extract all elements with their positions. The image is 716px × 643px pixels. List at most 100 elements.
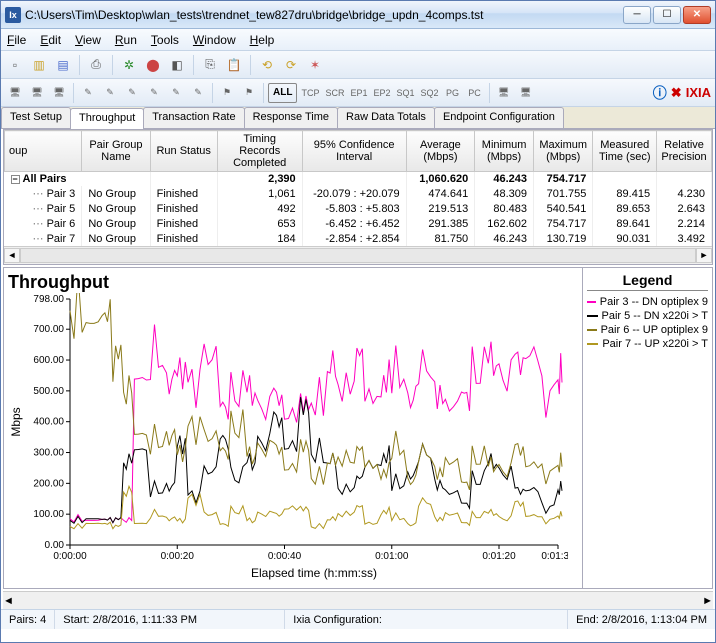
clear-icon[interactable]: ✶ (305, 55, 325, 75)
status-ixia-config: Ixia Configuration: (285, 610, 568, 629)
stop-icon[interactable]: ⬤ (143, 55, 163, 75)
chart-hscroll[interactable]: ◄ ► (3, 591, 713, 609)
legend-item[interactable]: Pair 5 -- DN x220i > T (587, 309, 708, 323)
svg-text:100.00: 100.00 (33, 509, 64, 520)
throughput-chart: 0.00100.00200.00300.00400.00500.00600.00… (8, 293, 568, 583)
status-pairs: Pairs: 4 (1, 610, 55, 629)
col-group[interactable]: oup (5, 131, 82, 172)
run-icon[interactable]: ✲ (119, 55, 139, 75)
col-pair-group-name[interactable]: Pair GroupName (82, 131, 150, 172)
separator (212, 83, 213, 103)
next-icon[interactable]: ⟳ (281, 55, 301, 75)
flag1-icon[interactable]: ⚑ (217, 83, 237, 103)
status-end: End: 2/8/2016, 1:13:04 PM (568, 610, 715, 629)
minimize-button[interactable]: ─ (623, 6, 651, 24)
col-timing-records[interactable]: Timing RecordsCompleted (217, 131, 302, 172)
tab-transaction-rate[interactable]: Transaction Rate (143, 107, 244, 128)
col-average[interactable]: Average(Mbps) (406, 131, 475, 172)
filter-sq1[interactable]: SQ1 (395, 83, 417, 103)
prev-icon[interactable]: ⟲ (257, 55, 277, 75)
tab-raw-data-totals[interactable]: Raw Data Totals (337, 107, 435, 128)
menu-edit[interactable]: Edit (40, 33, 61, 47)
maximize-button[interactable]: ☐ (653, 6, 681, 24)
legend-line-icon (587, 343, 598, 345)
table-row[interactable]: ⋯ Pair 5No GroupFinished492-5.803 : +5.8… (5, 201, 712, 216)
status-start: Start: 2/8/2016, 1:11:33 PM (55, 610, 285, 629)
open-icon[interactable]: ▥ (29, 55, 49, 75)
filter-scr[interactable]: SCR (323, 83, 346, 103)
legend-label: Pair 6 -- UP optiplex 9 (601, 324, 708, 336)
edit2-icon[interactable]: ✎ (100, 83, 120, 103)
svg-text:Elapsed time (h:mm:ss): Elapsed time (h:mm:ss) (251, 566, 377, 580)
legend-label: Pair 5 -- DN x220i > T (602, 310, 708, 322)
menu-help[interactable]: Help (250, 33, 275, 47)
col-confidence[interactable]: 95% ConfidenceInterval (302, 131, 406, 172)
scroll-track[interactable] (20, 248, 696, 263)
scroll-left-icon[interactable]: ◄ (3, 595, 14, 607)
info-icon[interactable]: ⓘ (653, 83, 667, 103)
edit4-icon[interactable]: ✎ (144, 83, 164, 103)
legend-line-icon (587, 329, 597, 331)
svg-text:600.00: 600.00 (33, 355, 64, 366)
table-row-totals[interactable]: −All Pairs2,3901,060.62046.243754.717 (5, 172, 712, 187)
filter-pg[interactable]: PG (443, 83, 463, 103)
table-row[interactable]: ⋯ Pair 3No GroupFinished1,061-20.079 : +… (5, 186, 712, 201)
menu-view[interactable]: View (75, 33, 101, 47)
col-measured-time[interactable]: MeasuredTime (sec) (593, 131, 657, 172)
result-tabs: Test Setup Throughput Transaction Rate R… (1, 107, 715, 129)
col-run-status[interactable]: Run Status (150, 131, 217, 172)
legend-line-icon (587, 315, 598, 317)
tab-throughput[interactable]: Throughput (70, 108, 144, 129)
filter-ep1[interactable]: EP1 (348, 83, 369, 103)
edit5-icon[interactable]: ✎ (166, 83, 186, 103)
svg-text:400.00: 400.00 (33, 417, 64, 428)
menu-tools[interactable]: Tools (151, 33, 179, 47)
monitor3-icon[interactable]: 🖥 (49, 83, 69, 103)
monitor1-icon[interactable]: 🖥 (5, 83, 25, 103)
tab-response-time[interactable]: Response Time (244, 107, 338, 128)
tab-endpoint-config[interactable]: Endpoint Configuration (434, 107, 564, 128)
scroll-right-icon[interactable]: ► (702, 595, 713, 607)
grid-hscroll[interactable]: ◄ ► (4, 246, 712, 264)
legend-item[interactable]: Pair 3 -- DN optiplex 9 (587, 295, 708, 309)
filter-tcp[interactable]: TCP (299, 83, 321, 103)
close-button[interactable]: ✕ (683, 6, 711, 24)
col-minimum[interactable]: Minimum(Mbps) (475, 131, 534, 172)
collapse-icon[interactable]: − (11, 175, 20, 184)
edit1-icon[interactable]: ✎ (78, 83, 98, 103)
filter-all[interactable]: ALL (268, 83, 297, 103)
table-row[interactable]: ⋯ Pair 6No GroupFinished653-6.452 : +6.4… (5, 216, 712, 231)
new-icon[interactable]: ▫ (5, 55, 25, 75)
copy-icon[interactable]: ⎘ (200, 55, 220, 75)
menu-file[interactable]: File (7, 33, 26, 47)
filter-ep2[interactable]: EP2 (371, 83, 392, 103)
filter-sq2[interactable]: SQ2 (419, 83, 441, 103)
col-relative-precision[interactable]: RelativePrecision (657, 131, 712, 172)
legend-item[interactable]: Pair 6 -- UP optiplex 9 (587, 323, 708, 337)
save-icon[interactable]: ▤ (53, 55, 73, 75)
chart-panel: Throughput 0.00100.00200.00300.00400.005… (3, 267, 713, 589)
monitor2-icon[interactable]: 🖥 (27, 83, 47, 103)
menu-window[interactable]: Window (193, 33, 236, 47)
scroll-right-icon[interactable]: ► (696, 248, 712, 263)
tab-test-setup[interactable]: Test Setup (1, 107, 71, 128)
flag2-icon[interactable]: ⚑ (239, 83, 259, 103)
monitor5-icon[interactable]: 🖥 (516, 83, 536, 103)
edit6-icon[interactable]: ✎ (188, 83, 208, 103)
filter-pc[interactable]: PC (465, 83, 485, 103)
paste-icon[interactable]: 📋 (224, 55, 244, 75)
print-icon[interactable]: ⎙ (86, 55, 106, 75)
pause-icon[interactable]: ◧ (167, 55, 187, 75)
legend-item[interactable]: Pair 7 -- UP x220i > T (587, 337, 708, 351)
titlebar: Ix C:\Users\Tim\Desktop\wlan_tests\trend… (1, 1, 715, 29)
legend-label: Pair 7 -- UP x220i > T (602, 338, 708, 350)
col-maximum[interactable]: Maximum(Mbps) (534, 131, 593, 172)
scroll-left-icon[interactable]: ◄ (4, 248, 20, 263)
svg-text:700.00: 700.00 (33, 324, 64, 335)
svg-text:0.00: 0.00 (45, 540, 65, 551)
monitor4-icon[interactable]: 🖥 (494, 83, 514, 103)
edit3-icon[interactable]: ✎ (122, 83, 142, 103)
svg-text:0:01:31: 0:01:31 (541, 551, 568, 562)
table-row[interactable]: ⋯ Pair 7No GroupFinished184-2.854 : +2.8… (5, 231, 712, 246)
menu-run[interactable]: Run (115, 33, 137, 47)
